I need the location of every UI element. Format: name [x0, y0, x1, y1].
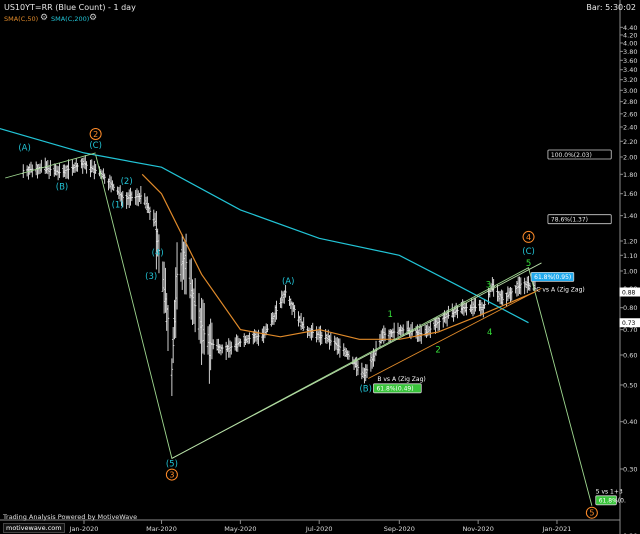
- y-tick-label: 1.60: [623, 190, 637, 198]
- indicator-sma200-label[interactable]: SMA(C,200): [51, 15, 89, 23]
- chart-background: [0, 0, 640, 534]
- gear-icon[interactable]: ⚙: [89, 13, 97, 23]
- wave-label: (3): [145, 272, 157, 282]
- wave-label: (B): [56, 183, 68, 193]
- y-tick-label: 0.60: [623, 351, 637, 359]
- y-tick-label: 1.00: [623, 267, 637, 275]
- price-tag-label: 0.73: [622, 320, 636, 327]
- level-label: 78.6%(1.37): [551, 217, 588, 224]
- wave-label: (C): [89, 141, 102, 151]
- annotation-text: C vs A (Zig Zag): [536, 287, 584, 294]
- wave-label: 1: [388, 310, 393, 320]
- annotation-text: B vs A (Zig Zag): [377, 376, 425, 383]
- wave-label: (B): [359, 384, 371, 394]
- wave-label: 3: [169, 471, 174, 480]
- y-tick-label: 0.80: [623, 304, 637, 312]
- wave-label: (4): [152, 248, 164, 258]
- level-label: 61.8%(0.95): [534, 274, 571, 281]
- wave-label: 2: [435, 346, 440, 356]
- wave-label: (5): [166, 460, 178, 470]
- y-tick-label: 4.20: [623, 31, 637, 39]
- y-tick-label: 3.20: [623, 76, 637, 84]
- x-tick-label: Sep-2020: [384, 525, 415, 533]
- y-tick-label: 1.80: [623, 171, 637, 179]
- x-tick-label: Nov-2020: [462, 525, 493, 533]
- y-tick-label: 0.30: [623, 465, 637, 473]
- wave-label: (A): [282, 277, 294, 287]
- x-tick-label: Mar-2020: [146, 525, 177, 533]
- gear-icon[interactable]: ⚙: [40, 13, 48, 23]
- wave-label: 2: [93, 130, 98, 139]
- level-label: 61.8%(0.: [599, 498, 626, 505]
- motivewave-logo: motivewave.com: [3, 523, 65, 533]
- wave-label: 4: [487, 328, 492, 338]
- y-tick-label: 3.00: [623, 87, 637, 95]
- y-tick-label: 2.20: [623, 138, 637, 146]
- wave-label: (2): [121, 177, 133, 187]
- y-tick-label: 3.60: [623, 57, 637, 65]
- x-tick-label: Jan-2021: [542, 525, 572, 533]
- bar-timer: Bar: 5:30:02: [586, 3, 636, 12]
- y-tick-label: 1.10: [623, 252, 637, 260]
- y-tick-label: 2.00: [623, 153, 637, 161]
- wave-label: 5: [526, 259, 531, 269]
- y-tick-label: 3.40: [623, 66, 637, 74]
- wave-label: (C): [522, 247, 535, 257]
- y-tick-label: 2.80: [623, 98, 637, 106]
- level-label: 100.0%(2.03): [551, 152, 592, 159]
- x-tick-label: Jul-2020: [305, 525, 333, 533]
- y-tick-label: 2.60: [623, 110, 637, 118]
- wave-label: (1): [112, 200, 124, 210]
- wave-label: (A): [18, 143, 30, 153]
- indicator-sma50-label[interactable]: SMA(C,50): [4, 15, 38, 23]
- y-tick-label: 0.50: [623, 381, 637, 389]
- annotation-text: 5 vs 1+3: [596, 489, 623, 496]
- y-tick-label: 2.40: [623, 123, 637, 131]
- y-tick-label: 3.80: [623, 48, 637, 56]
- symbol-title: US10YT=RR (Blue Count) - 1 day: [4, 3, 136, 12]
- y-tick-label: 1.20: [623, 237, 637, 245]
- x-tick-label: Jan-2020: [69, 525, 99, 533]
- y-tick-label: 0.40: [623, 418, 637, 426]
- price-chart[interactable]: 2(C)(A)(B)(2)(1)(4)(3)(A)(5)3(B)12345(C)…: [0, 0, 640, 534]
- y-tick-label: 1.40: [623, 212, 637, 220]
- price-tag-label: 0.88: [622, 290, 636, 297]
- wave-label: 5: [589, 509, 594, 518]
- y-tick-label: 0.70: [623, 326, 637, 334]
- wave-label: 3: [486, 281, 491, 291]
- x-tick-label: May-2020: [224, 525, 256, 533]
- level-label: 61.8%(0.49): [376, 386, 413, 393]
- wave-label: 4: [526, 233, 531, 242]
- footer-credit: Trading Analysis Powered by MotiveWave: [3, 513, 138, 521]
- y-tick-label: 4.00: [623, 39, 637, 47]
